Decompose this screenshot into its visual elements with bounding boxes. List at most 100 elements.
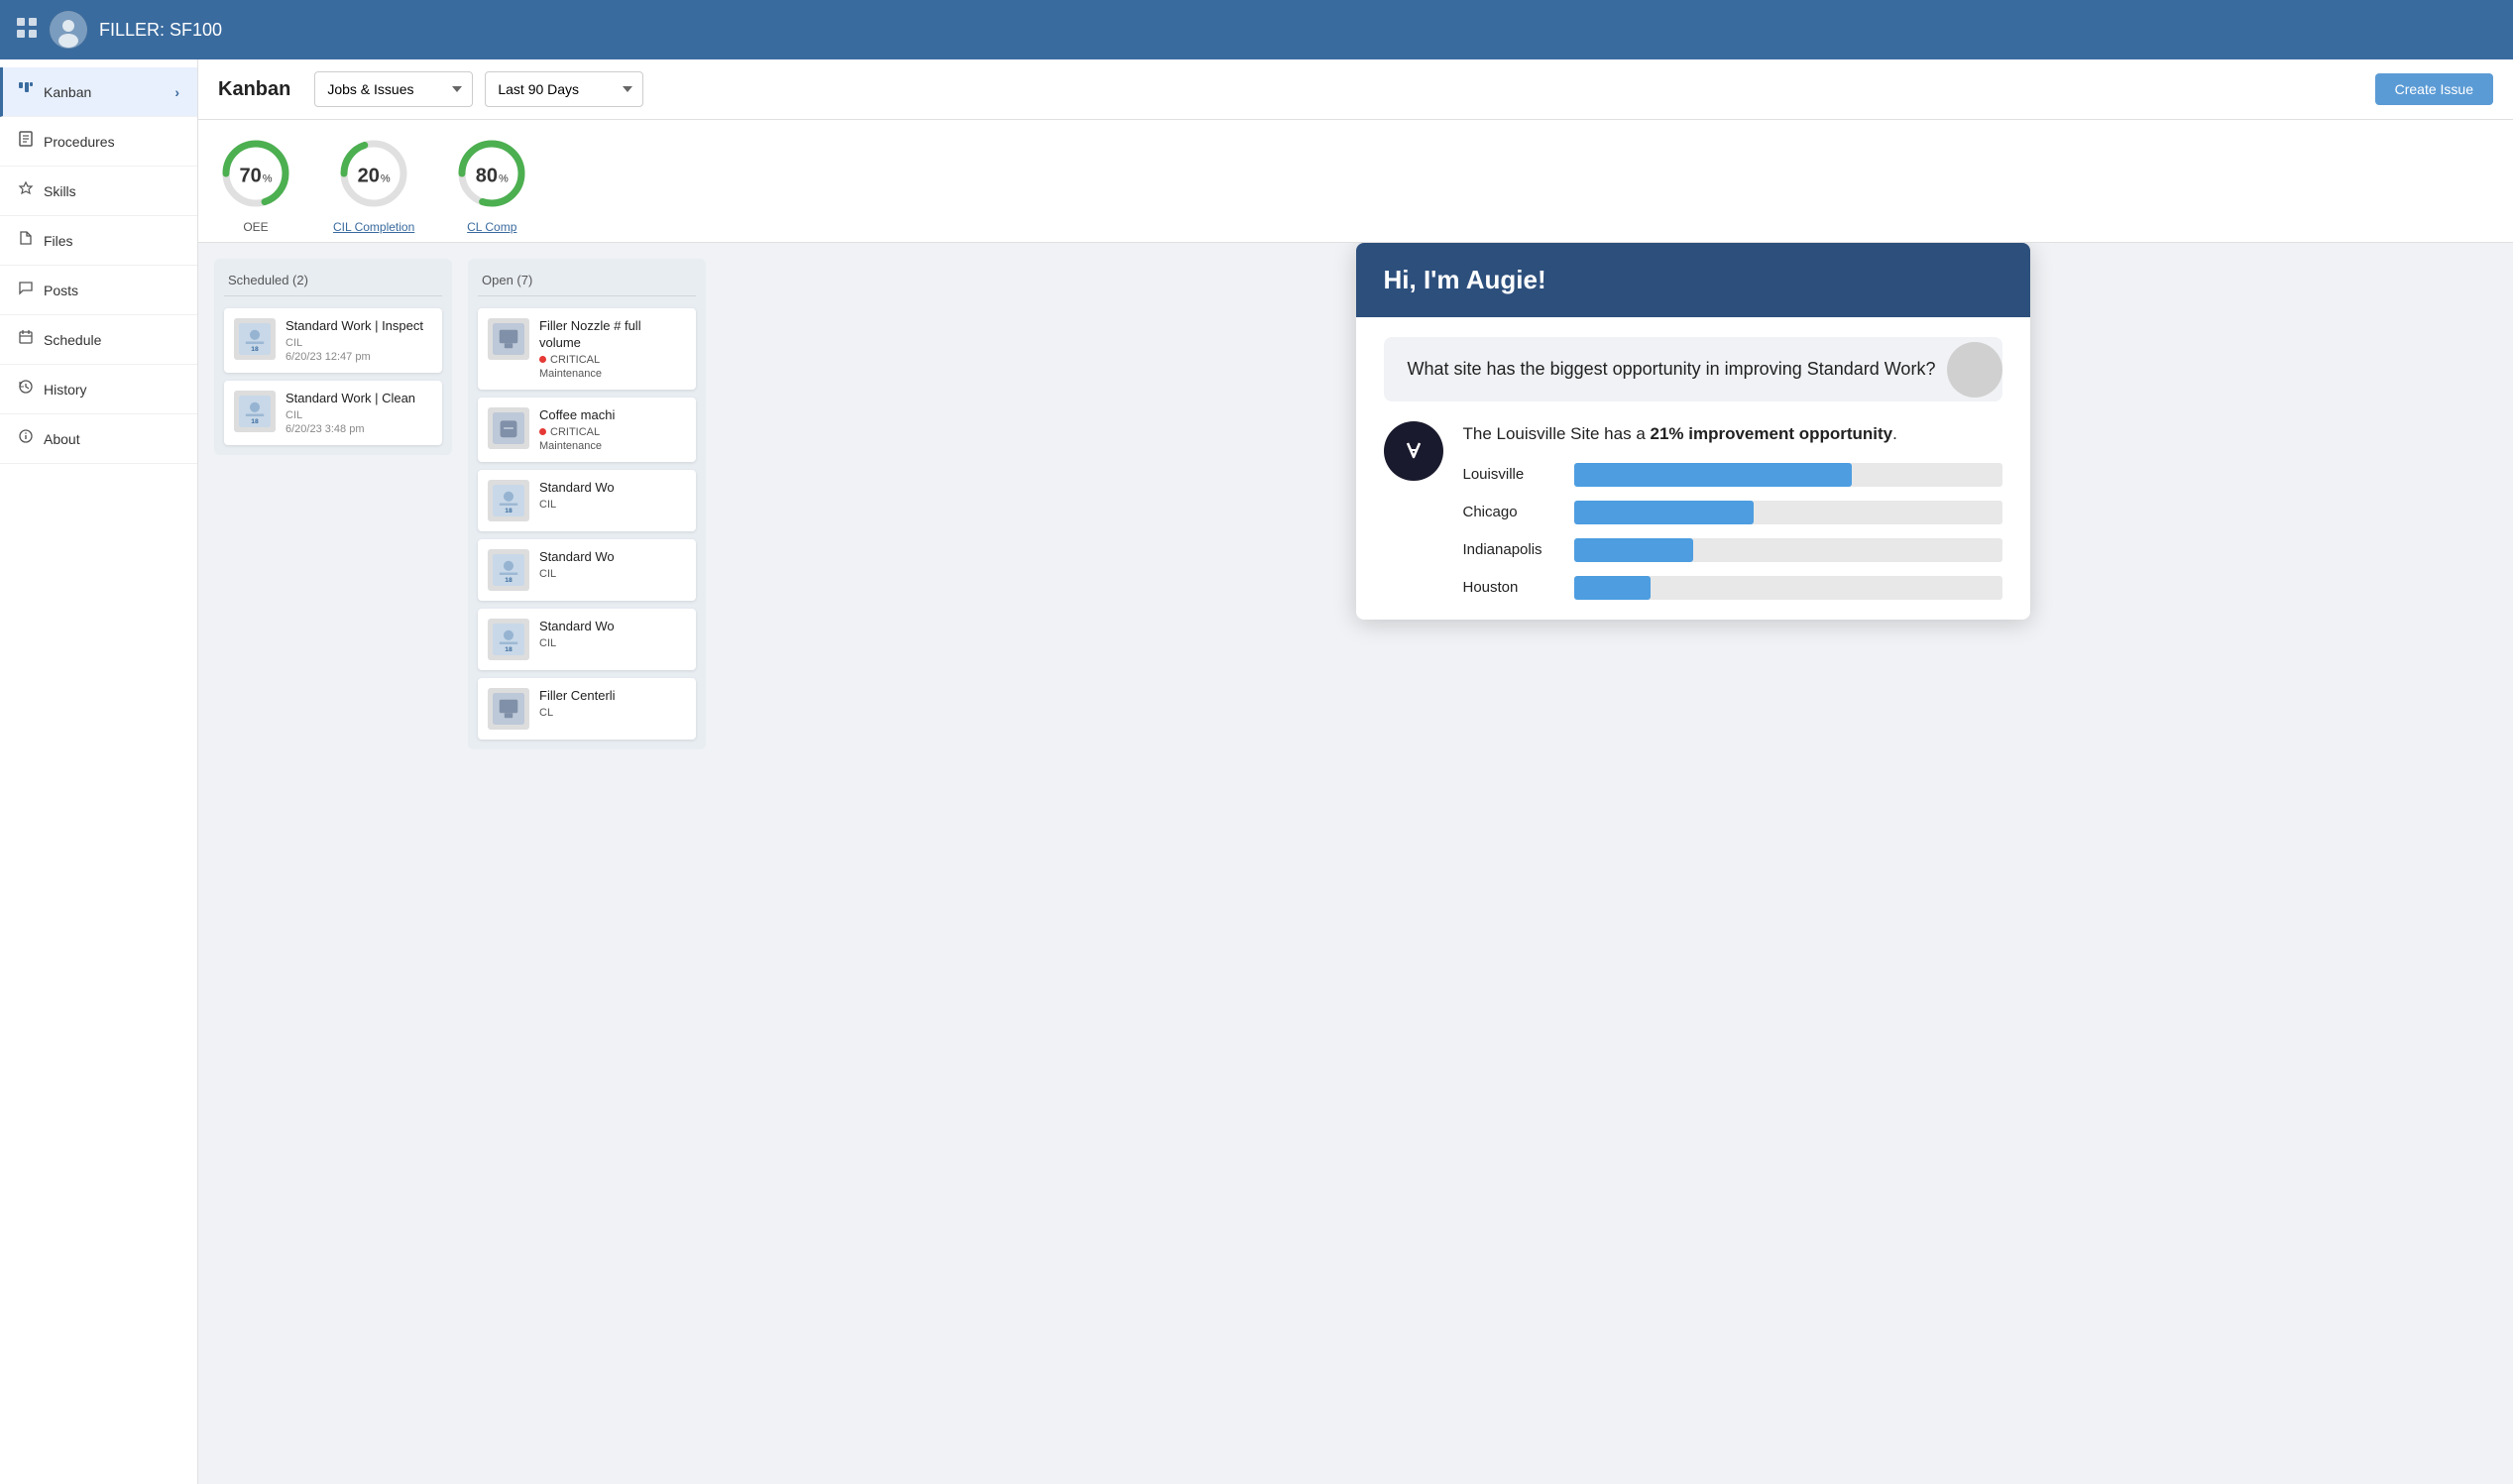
critical-dot <box>539 356 546 363</box>
ai-greeting: Hi, I'm Augie! <box>1384 265 1546 294</box>
bar-track <box>1574 501 2002 524</box>
content-area: Kanban Jobs & Issues Last 90 Days Create… <box>198 59 2513 1484</box>
procedures-icon <box>18 131 34 152</box>
metric-oee: 70% OEE <box>218 136 293 234</box>
ai-panel-body: What site has the biggest opportunity in… <box>1356 317 2030 620</box>
card-content: Filler Nozzle # full volume CRITICAL Mai… <box>539 318 686 380</box>
card-tag: CIL <box>539 568 686 580</box>
history-icon <box>18 379 34 400</box>
card-subtitle: CIL <box>286 337 432 349</box>
ai-panel: Hi, I'm Augie! What site has the biggest… <box>1356 243 2030 620</box>
card-tag: CL <box>539 707 686 719</box>
ai-logo <box>1384 421 1443 481</box>
kanban-card[interactable]: 18 Standard Wo CIL <box>478 470 696 531</box>
kanban-column-open: Open (7) Filler Nozzle # full volume CR <box>468 259 706 749</box>
create-issue-button[interactable]: Create Issue <box>2375 73 2493 105</box>
bar-label: Houston <box>1463 579 1562 596</box>
sidebar-schedule-label: Schedule <box>44 332 101 348</box>
cil-value: 20% <box>358 165 391 187</box>
card-tag: Maintenance <box>539 440 686 452</box>
card-image: 18 <box>488 619 529 660</box>
metric-cl: 80% CL Comp <box>454 136 529 234</box>
critical-dot <box>539 428 546 435</box>
sidebar-item-schedule[interactable]: Schedule <box>0 315 197 365</box>
cil-circle: 20% <box>336 136 411 216</box>
skills-icon <box>18 180 34 201</box>
kanban-card[interactable]: 18 Standard Wo CIL <box>478 609 696 670</box>
card-tag: Maintenance <box>539 368 686 380</box>
cil-label: CIL Completion <box>333 220 414 234</box>
bar-row-louisville: Louisville <box>1463 463 2002 487</box>
sidebar-item-skills[interactable]: Skills <box>0 167 197 216</box>
ai-answer-text: The Louisville Site has a 21% improvemen… <box>1463 421 2002 447</box>
card-title: Coffee machi <box>539 407 686 424</box>
ai-question: What site has the biggest opportunity in… <box>1384 337 2002 401</box>
bar-track <box>1574 463 2002 487</box>
ai-user-avatar <box>1947 342 2002 398</box>
cl-label: CL Comp <box>467 220 516 234</box>
card-title: Standard Wo <box>539 549 686 566</box>
kanban-card[interactable]: 18 Standard Work | Inspect CIL 6/20/23 1… <box>224 308 442 373</box>
bar-label: Indianapolis <box>1463 541 1562 558</box>
card-image <box>488 318 529 360</box>
files-icon <box>18 230 34 251</box>
bar-row-indianapolis: Indianapolis <box>1463 538 2002 562</box>
card-critical: CRITICAL <box>539 426 686 438</box>
oee-circle: 70% <box>218 136 293 216</box>
page-title: Kanban <box>218 78 290 101</box>
bar-label: Louisville <box>1463 466 1562 483</box>
card-critical: CRITICAL <box>539 354 686 366</box>
card-image <box>488 407 529 449</box>
card-content: Standard Work | Clean CIL 6/20/23 3:48 p… <box>286 391 432 435</box>
cl-circle: 80% <box>454 136 529 216</box>
sidebar-procedures-label: Procedures <box>44 134 115 150</box>
svg-text:18: 18 <box>505 507 513 514</box>
card-title: Standard Work | Inspect <box>286 318 432 335</box>
main-layout: Kanban › Procedures Skills <box>0 59 2513 1484</box>
kanban-board: Scheduled (2) 18 Standard Work | Inspect… <box>198 243 2513 1484</box>
kanban-card[interactable]: 18 Standard Wo CIL <box>478 539 696 601</box>
bar-track <box>1574 576 2002 600</box>
cl-value: 80% <box>476 165 509 187</box>
schedule-icon <box>18 329 34 350</box>
about-icon <box>18 428 34 449</box>
card-title: Standard Wo <box>539 480 686 497</box>
svg-text:18: 18 <box>505 576 513 583</box>
sidebar-item-procedures[interactable]: Procedures <box>0 117 197 167</box>
ai-question-text: What site has the biggest opportunity in… <box>1408 357 1936 382</box>
svg-text:18: 18 <box>505 645 513 652</box>
card-title: Filler Centerli <box>539 688 686 705</box>
sidebar-item-posts[interactable]: Posts <box>0 266 197 315</box>
sidebar-skills-label: Skills <box>44 183 76 199</box>
metrics-row: 70% OEE 20% CIL Completion <box>198 120 2513 243</box>
sidebar-files-label: Files <box>44 233 73 249</box>
card-subtitle: CIL <box>286 409 432 421</box>
oee-value: 70% <box>239 165 272 187</box>
card-image: 18 <box>488 549 529 591</box>
grid-icon <box>16 17 38 44</box>
col-header-open: Open (7) <box>478 269 696 296</box>
card-tag: CIL <box>539 499 686 511</box>
card-image: 18 <box>488 480 529 521</box>
filter-type-select[interactable]: Jobs & Issues <box>314 71 473 107</box>
card-title: Standard Work | Clean <box>286 391 432 407</box>
bar-row-chicago: Chicago <box>1463 501 2002 524</box>
kanban-card[interactable]: Filler Centerli CL <box>478 678 696 740</box>
kanban-arrow: › <box>174 84 179 100</box>
sidebar-item-history[interactable]: History <box>0 365 197 414</box>
sidebar-item-files[interactable]: Files <box>0 216 197 266</box>
filter-period-select[interactable]: Last 90 Days <box>485 71 643 107</box>
bar-chart: Louisville Chicago <box>1463 463 2002 600</box>
bar-label: Chicago <box>1463 504 1562 520</box>
kanban-card[interactable]: Filler Nozzle # full volume CRITICAL Mai… <box>478 308 696 390</box>
kanban-card[interactable]: Coffee machi CRITICAL Maintenance <box>478 398 696 462</box>
card-content: Standard Wo CIL <box>539 480 686 511</box>
bar-fill <box>1574 501 1754 524</box>
app-title: FILLER: SF100 <box>99 20 222 41</box>
sidebar-item-kanban[interactable]: Kanban › <box>0 67 197 117</box>
kanban-card[interactable]: 18 Standard Work | Clean CIL 6/20/23 3:4… <box>224 381 442 445</box>
bar-row-houston: Houston <box>1463 576 2002 600</box>
card-content: Filler Centerli CL <box>539 688 686 719</box>
avatar <box>50 11 87 49</box>
sidebar-item-about[interactable]: About <box>0 414 197 464</box>
